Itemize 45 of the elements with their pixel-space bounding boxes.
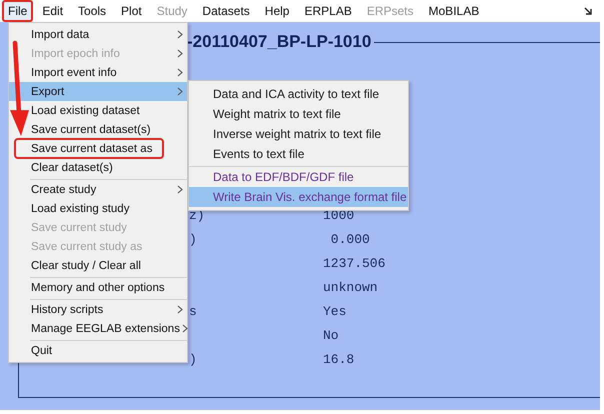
menu-item[interactable]: Import event info [30,63,187,82]
menu-item[interactable]: Inverse weight matrix to text file [189,124,408,144]
menu-bar-item[interactable]: File [2,0,34,22]
field-value: Yes [323,304,346,318]
menu-bar-item[interactable]: Tools [72,0,112,22]
menu-bar-item[interactable]: Help [258,0,296,22]
menu-item[interactable]: Save current dataset as [14,138,164,159]
menu-item[interactable]: Clear study / Clear all [30,256,187,275]
menu-bar-item[interactable]: ERPLAB [298,0,358,22]
menu-item[interactable]: Import data [30,25,187,44]
menu-item[interactable]: Clear dataset(s) [30,158,187,177]
chevron-icon [177,30,183,39]
chevron-icon [177,68,183,77]
chevron-icon [177,49,183,58]
menu-item[interactable]: Load existing study [30,199,187,218]
field-value: 0.000 [330,232,370,246]
menu-item[interactable]: Manage EEGLAB extensions [30,319,187,338]
chevron-icon [177,87,183,96]
menu-item[interactable]: Events to text file [189,144,408,164]
chevron-icon [177,185,183,194]
field-value: 16.8 [323,352,354,366]
menu-item[interactable]: History scripts [30,299,187,319]
field-label: s [189,304,197,318]
field-label: ) [189,232,197,246]
menu-item[interactable]: Load existing dataset [30,101,187,120]
menu-bar-item[interactable]: Plot [115,0,148,22]
menu-item[interactable]: Weight matrix to text file [189,104,408,124]
menu-item[interactable]: Write Brain Vis. exchange format file [189,187,408,207]
chevron-icon [177,305,183,314]
menu-item[interactable]: Quit [30,340,187,360]
field-label: ) [189,352,197,366]
resize-arrow-icon[interactable] [584,7,592,15]
menu-item[interactable]: Export [30,82,187,101]
menu-item[interactable]: Create study [30,179,187,199]
menu-bar-item[interactable]: Edit [36,0,70,22]
field-value: 1237.506 [323,256,386,270]
field-value: unknown [323,280,378,294]
field-value: No [323,328,339,342]
menu-item[interactable]: Memory and other options [30,277,187,297]
dataset-title: -20110407_BP-LP-1010 [187,32,372,52]
chevron-icon [182,324,188,333]
menu-bar-item[interactable]: MoBILAB [422,0,486,22]
menu-item[interactable]: Save current dataset(s) [30,120,187,139]
menu-item[interactable]: Data and ICA activity to text file [189,84,408,104]
menu-bar-item[interactable]: Datasets [196,0,256,22]
